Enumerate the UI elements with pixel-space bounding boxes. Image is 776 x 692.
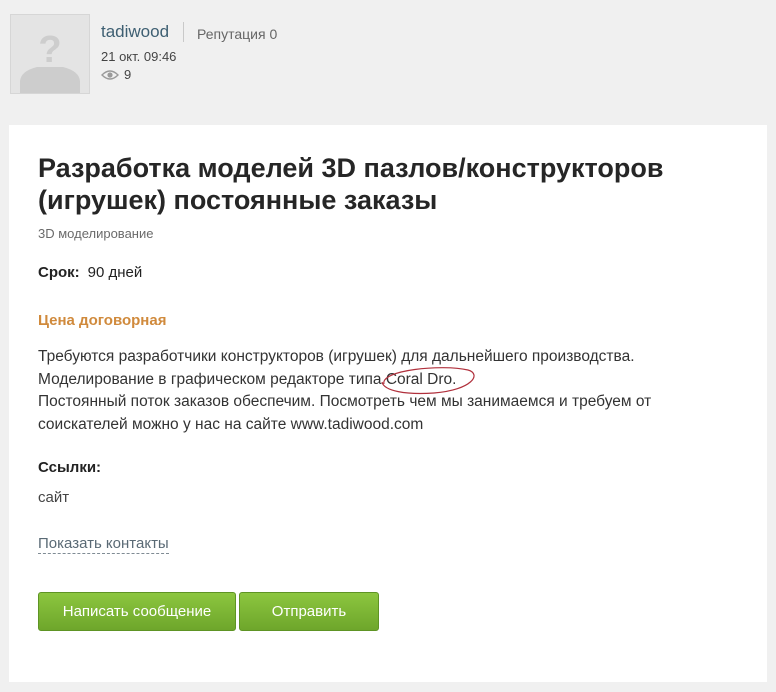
eye-icon [101,69,119,80]
links-label: Ссылки: [38,459,102,476]
header-divider [183,22,184,42]
author-reputation: Репутация 0 [197,26,278,42]
show-contacts-link[interactable]: Показать контакты [38,535,169,554]
project-term: Срок: 90 дней [38,264,142,281]
description-line: Моделирование в графическом редакторе ти… [38,366,738,394]
site-link[interactable]: сайт [38,489,69,506]
term-label: Срок: [38,264,80,281]
view-count: 9 [101,67,131,82]
send-button[interactable]: Отправить [239,592,379,631]
description-text: Моделирование в графическом редакторе ти… [38,370,386,388]
highlighted-text: Coral Dro. [381,366,475,394]
annotation-ellipse [381,366,475,394]
user-avatar[interactable]: ? [10,14,90,94]
project-category: 3D моделирование [38,226,154,241]
post-header: ? tadiwood Репутация 0 21 окт. 09:46 9 [0,0,776,110]
default-user-avatar-icon: ? [20,29,80,93]
project-title: Разработка моделей 3D пазлов/конструктор… [38,153,664,215]
write-message-button[interactable]: Написать сообщение [38,592,236,631]
author-name-link[interactable]: tadiwood [101,22,169,42]
project-card: Разработка моделей 3D пазлов/конструктор… [9,125,767,682]
project-description: Требуются разработчики конструкторов (иг… [38,346,738,436]
project-price: Цена договорная [38,312,167,329]
view-count-value: 9 [124,67,132,82]
description-line: соискателей можно у нас на сайте www.tad… [38,415,424,433]
post-date: 21 окт. 09:46 [101,49,177,64]
term-value: 90 дней [87,264,143,281]
svg-text:?: ? [38,29,61,71]
